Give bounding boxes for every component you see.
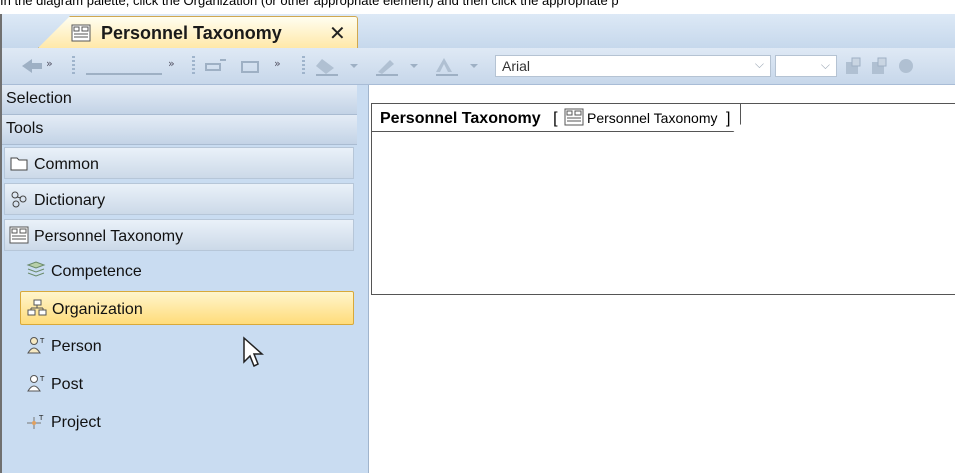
dictionary-icon <box>11 191 27 208</box>
palette-group-label: Personnel Taxonomy <box>34 228 184 245</box>
svg-text:T: T <box>39 337 45 345</box>
palette-section-tools[interactable]: Tools <box>2 115 357 145</box>
diagram-icon <box>564 108 584 126</box>
tab-bar: Personnel Taxonomy ✕ <box>2 14 955 49</box>
toolbar-separator <box>302 56 305 76</box>
instruction-caption: In the diagram palette, click the Organi… <box>0 0 619 8</box>
tab-title: Personnel Taxonomy <box>101 23 282 43</box>
toolbar-separator <box>192 56 195 76</box>
palette-group-personnel-taxonomy[interactable]: Personnel Taxonomy <box>4 219 354 251</box>
close-icon[interactable]: ✕ <box>329 21 346 46</box>
fill-color-icon[interactable] <box>312 56 372 76</box>
line-style-icon[interactable]: » <box>82 56 182 76</box>
palette-item-label: Organization <box>52 301 143 318</box>
arrange-icons[interactable] <box>842 56 952 76</box>
tab-personnel-taxonomy[interactable]: Personnel Taxonomy ✕ <box>38 16 358 48</box>
post-icon: T <box>27 375 45 392</box>
palette-item-label: Post <box>51 376 84 393</box>
palette-item-label: Competence <box>51 263 142 280</box>
toolbar: » » » Arial ⌵ ⌵ <box>2 48 955 85</box>
bracket-open: [ <box>553 110 558 127</box>
palette-item-label: Person <box>51 338 102 355</box>
editor-window: Personnel Taxonomy ✕ » » » Arial ⌵ ⌵ Sel… <box>0 14 955 473</box>
chevron-down-icon[interactable]: ⌵ <box>755 57 764 72</box>
diagram-icon <box>9 226 29 244</box>
back-arrow-icon[interactable]: » <box>20 56 60 76</box>
diagram-icon <box>71 24 91 42</box>
font-name-combo[interactable]: Arial ⌵ <box>495 55 771 77</box>
diagram-type-label: Personnel Taxonomy <box>587 110 718 126</box>
text-color-icon[interactable] <box>432 56 492 76</box>
folder-icon <box>10 157 28 171</box>
svg-text:»: » <box>168 57 175 70</box>
palette-group-dictionary[interactable]: Dictionary <box>4 183 354 215</box>
person-icon: T <box>27 337 45 354</box>
palette-group-common[interactable]: Common <box>4 147 354 179</box>
bracket-close: ] <box>725 110 731 127</box>
mouse-cursor-icon <box>243 336 264 368</box>
palette-item-project[interactable]: T Project <box>20 405 354 439</box>
line-color-icon[interactable] <box>372 56 432 76</box>
project-icon: T <box>27 414 44 429</box>
svg-text:T: T <box>38 414 44 422</box>
svg-text:T: T <box>39 375 45 383</box>
diagram-frame[interactable]: Personnel Taxonomy [ Personnel Taxonomy … <box>371 103 955 295</box>
font-name-value: Arial <box>502 58 531 74</box>
competence-icon <box>26 261 46 277</box>
palette-group-label: Common <box>34 156 99 173</box>
toolbar-separator <box>72 56 75 76</box>
layout-icons[interactable]: » <box>202 56 292 76</box>
palette-group-label: Dictionary <box>34 192 106 209</box>
palette-item-post[interactable]: T Post <box>20 367 354 401</box>
chevron-down-icon[interactable]: ⌵ <box>821 58 830 73</box>
svg-text:»: » <box>274 57 281 70</box>
diagram-canvas[interactable]: Personnel Taxonomy [ Personnel Taxonomy … <box>369 85 955 473</box>
diagram-palette: Selection Tools Common Dictionary Person… <box>2 85 369 473</box>
palette-section-selection[interactable]: Selection <box>2 85 357 115</box>
palette-item-person[interactable]: T Person <box>20 329 354 363</box>
palette-item-competence[interactable]: Competence <box>20 254 354 288</box>
svg-text:»: » <box>46 57 53 70</box>
diagram-name: Personnel Taxonomy <box>380 110 541 127</box>
palette-item-organization[interactable]: Organization <box>20 291 354 325</box>
organization-icon <box>27 299 47 316</box>
palette-item-label: Project <box>51 414 101 431</box>
diagram-header: Personnel Taxonomy [ Personnel Taxonomy … <box>372 104 741 132</box>
font-size-combo[interactable]: ⌵ <box>775 55 837 77</box>
